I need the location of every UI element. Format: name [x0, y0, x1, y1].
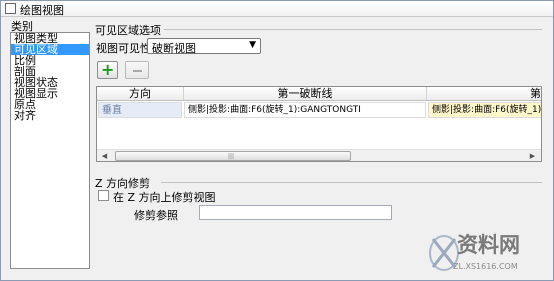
- category-item[interactable]: 对齐: [11, 110, 89, 121]
- watermark-logo: 资料网 ZL.XS1616.COM: [427, 229, 552, 279]
- watermark-text: 资料网: [457, 233, 520, 257]
- grip-icon: |||: [228, 153, 235, 160]
- column-header-first-break[interactable]: 第一破断线: [184, 87, 427, 101]
- group-divider: [164, 29, 542, 30]
- view-visibility-label: 视图可见性: [96, 42, 151, 55]
- title-bar[interactable]: 绘图视图: [1, 1, 553, 17]
- z-trim-checkbox-label[interactable]: 在 Z 方向上修剪视图: [113, 189, 216, 205]
- direction-cell[interactable]: 垂直: [98, 102, 182, 118]
- window-title: 绘图视图: [20, 4, 64, 17]
- scrollbar-thumb[interactable]: |||: [115, 151, 351, 161]
- plus-icon: +: [101, 60, 115, 79]
- trim-reference-field[interactable]: [199, 205, 392, 220]
- categories-list[interactable]: 视图类型 可见区域 比例 剖面 视图状态 视图显示 原点 对齐: [10, 32, 90, 269]
- view-visibility-dropdown[interactable]: 破断视图 ▼: [147, 38, 261, 55]
- remove-break-button[interactable]: [125, 61, 149, 79]
- view-visibility-value: 破断视图: [152, 42, 196, 55]
- column-header-direction[interactable]: 方向: [97, 87, 184, 101]
- chevron-down-icon: ▼: [249, 40, 256, 50]
- scroll-left-icon[interactable]: ◀: [99, 151, 110, 161]
- minus-icon: [133, 70, 142, 72]
- second-break-cell[interactable]: 侧影|投影:曲面:F6(旋转_1):G: [428, 102, 541, 118]
- horizontal-scrollbar[interactable]: ◀ ||| ▶: [97, 149, 541, 161]
- visible-area-group-title: 可见区域选项: [95, 24, 161, 37]
- watermark-url: ZL.XS1616.COM: [453, 262, 518, 271]
- group-divider: [161, 182, 542, 183]
- z-trim-checkbox[interactable]: [98, 190, 109, 201]
- window-icon: [5, 3, 16, 14]
- column-header-second-break[interactable]: 第二: [427, 87, 541, 101]
- first-break-cell[interactable]: 侧影|投影:曲面:F6(旋转_1):GANGTONGTI: [184, 102, 426, 118]
- trim-reference-label: 修剪参照: [134, 209, 178, 222]
- add-break-button[interactable]: +: [97, 60, 118, 79]
- scroll-right-icon[interactable]: ▶: [527, 151, 538, 161]
